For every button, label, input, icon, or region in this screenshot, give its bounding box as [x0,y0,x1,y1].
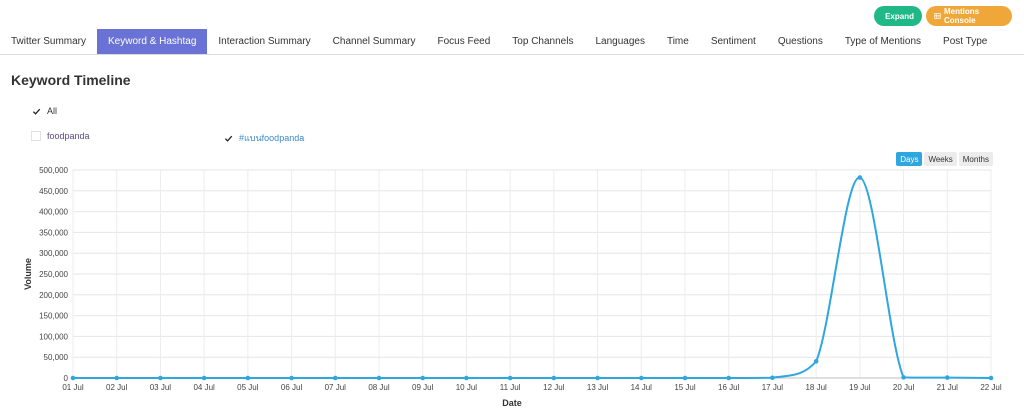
x-tick-label: 10 Jul [456,383,478,392]
filter-all[interactable]: All [31,106,57,116]
y-tick-label: 100,000 [39,332,68,341]
y-tick-label: 150,000 [39,312,68,321]
data-point [420,375,426,381]
data-point [901,375,906,380]
y-axis-title: Volume [23,258,33,290]
checkbox-foodpanda[interactable] [31,131,41,141]
data-point [770,375,775,381]
x-tick-label: 05 Jul [237,383,259,392]
data-point [638,375,644,381]
series-line [73,176,992,379]
mentions-console-button[interactable]: Mentions Console [926,6,1012,26]
filter-hashtag-label: #แบนfoodpanda [239,133,305,143]
data-point [813,359,819,364]
x-tick-label: 16 Jul [718,383,740,392]
page-title: Keyword Timeline [11,72,131,88]
data-point [70,375,76,381]
data-point [158,375,163,381]
data-point [201,375,207,381]
data-point [726,375,732,381]
filter-foodpanda[interactable]: foodpanda [31,131,90,141]
x-axis-title: Date [502,398,522,408]
data-point [332,375,338,381]
data-point [988,375,994,381]
data-point [376,375,382,381]
x-tick-label: 17 Jul [762,383,784,392]
filter-all-label: All [47,106,58,116]
tab-keyword-hashtag[interactable]: Keyword & Hashtag [97,29,208,54]
filter-hashtag[interactable]: #แบนfoodpanda [223,131,304,145]
data-point [551,375,557,381]
check-icon [224,135,232,142]
data-point [289,375,294,381]
x-tick-label: 22 Jul [980,383,1002,392]
y-tick-label: 450,000 [39,187,68,196]
y-tick-label: 50,000 [44,353,69,362]
filter-foodpanda-label: foodpanda [47,131,90,141]
expand-button[interactable]: Expand [874,6,922,26]
tab-top-channels[interactable]: Top Channels [501,29,584,54]
x-tick-label: 19 Jul [849,383,871,392]
checkbox-hashtag[interactable] [223,133,233,143]
x-tick-label: 07 Jul [325,383,347,392]
data-point [245,375,251,381]
x-tick-label: 18 Jul [805,383,827,392]
tab-post-type[interactable]: Post Type [932,29,998,54]
y-tick-label: 200,000 [39,291,68,300]
data-point [464,375,469,381]
tab-focus-feed[interactable]: Focus Feed [426,29,501,54]
data-point [857,175,863,180]
y-tick-label: 500,000 [39,166,68,175]
tab-time[interactable]: Time [656,29,700,54]
tab-type-of-mentions[interactable]: Type of Mentions [834,29,932,54]
x-tick-label: 04 Jul [193,383,215,392]
x-tick-label: 09 Jul [412,383,434,392]
y-tick-label: 0 [64,374,69,383]
x-tick-label: 01 Jul [62,383,84,392]
table-icon [934,13,941,19]
x-tick-label: 08 Jul [368,383,390,392]
keyword-timeline-chart: 0 50,000 100,000 150,000 200,000 250,000 300,0… [23,166,1002,408]
x-tick-label: 13 Jul [587,383,609,392]
x-tick-label: 14 Jul [631,383,653,392]
x-tick-label: 12 Jul [543,383,565,392]
tab-interaction-summary[interactable]: Interaction Summary [207,29,321,54]
y-tick-label: 250,000 [39,270,68,279]
data-point [507,375,513,381]
data-point [682,375,688,381]
x-tick-label: 02 Jul [106,383,128,392]
y-tick-label: 300,000 [39,249,68,258]
x-tick-label: 03 Jul [150,383,172,392]
x-tick-label: 21 Jul [937,383,959,392]
data-point [944,375,950,380]
tab-twitter-summary[interactable]: Twitter Summary [0,29,97,54]
tab-sentiment[interactable]: Sentiment [700,29,767,54]
x-tick-label: 15 Jul [674,383,696,392]
tab-questions[interactable]: Questions [767,29,834,54]
mentions-console-label: Mentions Console [943,7,980,25]
data-point [595,375,600,381]
x-tick-label: 06 Jul [281,383,303,392]
tab-languages[interactable]: Languages [584,29,656,54]
expand-label: Expand [885,11,914,21]
x-tick-label: 20 Jul [893,383,915,392]
tab-bar: Twitter Summary Keyword & Hashtag Interact… [0,29,1024,55]
y-tick-label: 350,000 [39,228,68,237]
check-icon [32,108,40,115]
checkbox-all[interactable] [31,106,41,116]
header-actions: Expand Mentions Console [874,6,1012,26]
tab-channel-summary[interactable]: Channel Summary [322,29,427,54]
x-tick-label: 11 Jul [500,383,521,392]
y-tick-label: 400,000 [39,208,68,217]
data-point [114,375,120,381]
